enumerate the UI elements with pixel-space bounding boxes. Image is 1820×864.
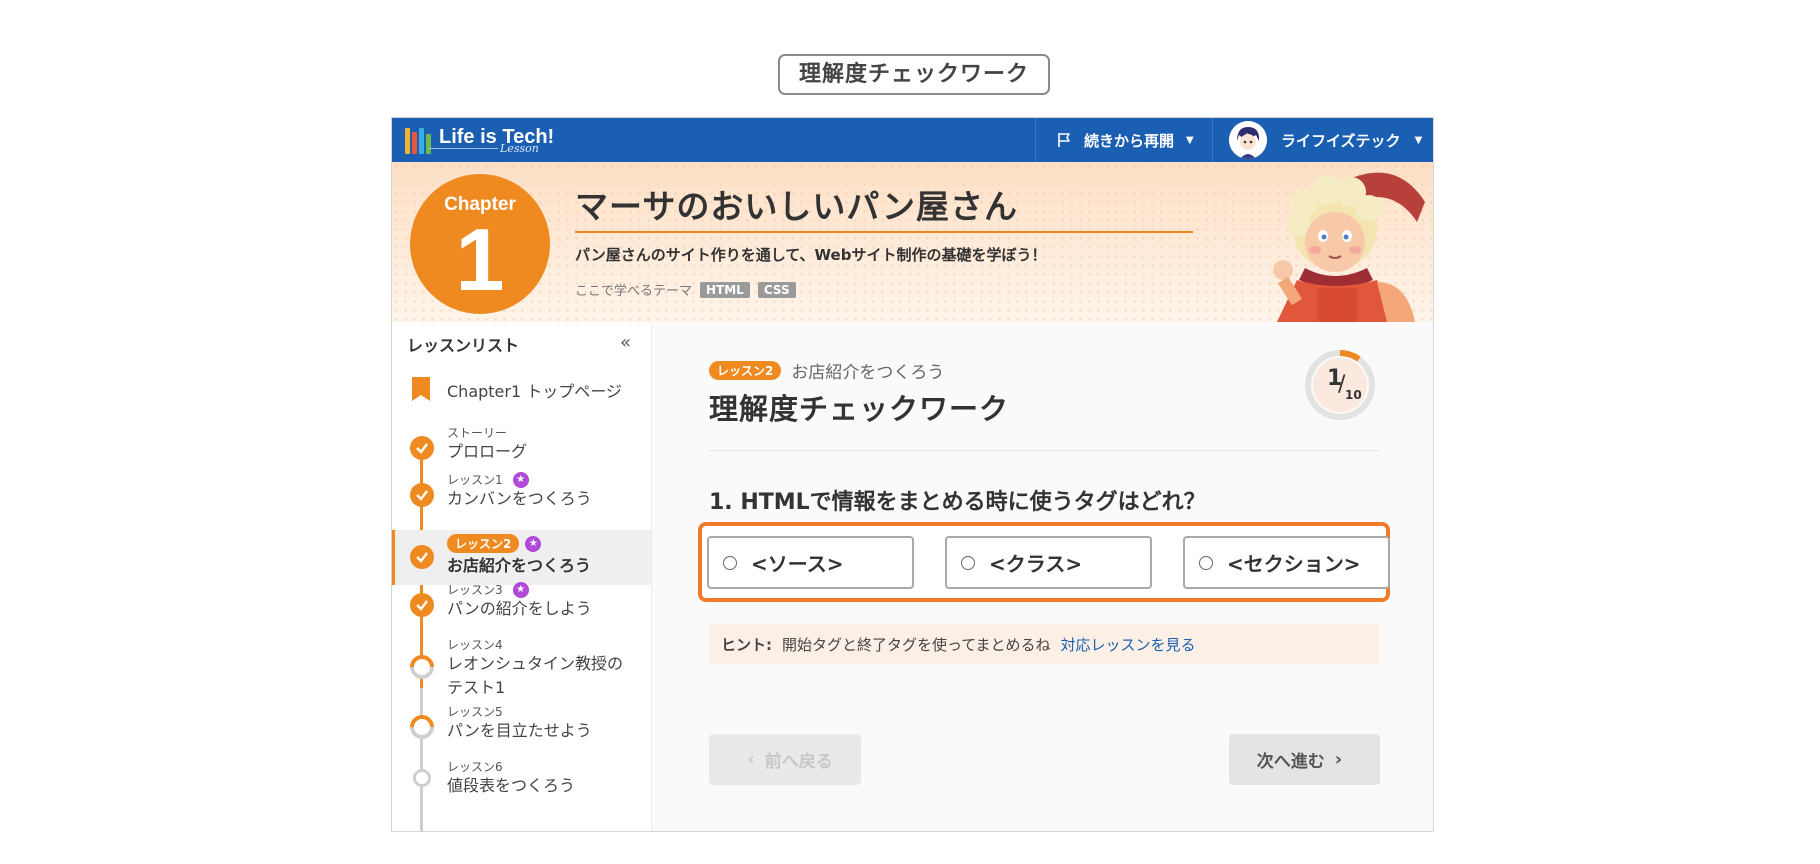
logo-mark-icon [405, 126, 431, 154]
user-menu[interactable]: ライフイズテック ▼ [1229, 118, 1433, 162]
prev-button[interactable]: ‹ 前へ戻る [709, 734, 861, 785]
resume-button[interactable]: 続きから再開 ▼ [1035, 118, 1213, 162]
baker-character-illustration [1273, 172, 1425, 322]
lesson-pill: レッスン2 [709, 361, 782, 380]
resume-label: 続きから再開 [1084, 131, 1175, 150]
theme-row: ここで学べるテーマ HTML CSS [575, 280, 796, 299]
lesson-title: 値段表をつくろう [447, 776, 576, 795]
answer-choices: <ソース> <クラス> <セクション> [698, 522, 1390, 602]
title-underline [575, 231, 1193, 233]
user-avatar-icon [1229, 121, 1267, 159]
logo-subtitle: Lesson [500, 142, 539, 155]
lesson-title: カンバンをつくろう [447, 489, 592, 508]
chapter-description: パン屋さんのサイト作りを通して、Webサイト制作の基礎を学ぼう！ [575, 246, 1047, 264]
caret-down-icon: ▼ [1186, 134, 1194, 146]
theme-label: ここで学べるテーマ [575, 284, 693, 299]
lesson-title-line-2: テスト1 [447, 678, 506, 697]
star-icon: ★ [512, 471, 529, 488]
page-label: 理解度チェックワーク [778, 54, 1050, 95]
tag-html: HTML [700, 281, 750, 298]
radio-icon[interactable] [723, 555, 737, 570]
sidebar-item-chapter-top[interactable]: Chapter1 トップページ [392, 362, 651, 416]
check-icon [410, 483, 434, 507]
logo-underline [428, 148, 498, 149]
lesson-name: お店紹介をつくろう [791, 363, 945, 383]
empty-progress-icon [413, 769, 431, 787]
flag-icon [1058, 133, 1070, 147]
sidebar-item-prologue[interactable]: ストーリー プロローグ [392, 420, 651, 475]
sidebar-item-lesson-3[interactable]: レッスン3 ★ パンの紹介をしよう [392, 581, 651, 640]
breadcrumb: レッスン2 お店紹介をつくろう [709, 358, 944, 383]
sidebar-item-lesson-4[interactable]: レッスン4 レオンシュタイン教授の テスト1 [392, 638, 651, 718]
next-button[interactable]: 次へ進む › [1229, 734, 1380, 785]
lesson-number: レッスン4 [447, 638, 503, 652]
lesson-number: レッスン1 [447, 473, 503, 487]
radio-icon[interactable] [961, 555, 975, 570]
check-icon [410, 545, 434, 569]
sidebar-item-lesson-6[interactable]: レッスン6 値段表をつくろう [392, 760, 651, 829]
partial-progress-icon [405, 650, 439, 684]
choice-label: <セクション> [1227, 552, 1361, 576]
hint-box: ヒント: 開始タグと終了タグを使ってまとめるね 対応レッスンを見る [709, 624, 1379, 664]
quiz-panel: レッスン2 お店紹介をつくろう 理解度チェックワーク 1 / 10 1. HTM… [653, 322, 1433, 831]
star-icon: ★ [525, 535, 542, 552]
sidebar-heading: レッスンリスト [407, 336, 520, 355]
check-icon [410, 593, 434, 617]
chapter-hero: Chapter 1 マーサのおいしいパン屋さん パン屋さんのサイト作りを通して、… [392, 162, 1433, 322]
sidebar-item-lesson-5[interactable]: レッスン5 パンを目立たせよう [392, 705, 651, 774]
chapter-title: マーサのおいしいパン屋さん [575, 187, 1018, 226]
avatar [1229, 121, 1267, 159]
double-chevron-left-icon[interactable]: « [620, 332, 631, 353]
radio-icon[interactable] [1199, 555, 1213, 570]
check-icon [410, 436, 434, 460]
progress-total: 10 [1345, 388, 1362, 402]
choice-label: <クラス> [989, 552, 1083, 576]
user-name: ライフイズテック [1281, 131, 1401, 150]
lesson-number: レッスン6 [447, 760, 503, 774]
lesson-number-pill: レッスン2 [447, 534, 520, 553]
lesson-title: プロローグ [447, 442, 528, 461]
lesson-number: レッスン3 [447, 583, 503, 597]
tag-css: CSS [757, 281, 796, 298]
hint-text: 開始タグと終了タグを使ってまとめるね [782, 635, 1051, 654]
choice-section[interactable]: <セクション> [1183, 536, 1390, 589]
lesson-sidebar: レッスンリスト « Chapter1 トップページ ストーリー プロローグ レッ… [392, 322, 652, 831]
choice-class[interactable]: <クラス> [945, 536, 1152, 589]
chevron-right-icon: › [1334, 749, 1343, 770]
related-lesson-link[interactable]: 対応レッスンを見る [1061, 634, 1196, 655]
progress-ring: 1 / 10 [1305, 350, 1375, 420]
sidebar-item-lesson-1[interactable]: レッスン1 ★ カンバンをつくろう [392, 471, 651, 530]
app-window: Life is Tech! Lesson 続きから再開 ▼ ライフイズテック ▼… [391, 117, 1434, 832]
chapter-number: 1 [455, 210, 505, 309]
chapter-badge: Chapter 1 [410, 174, 550, 314]
choice-source[interactable]: <ソース> [707, 536, 914, 589]
lesson-title: お店紹介をつくろう [447, 556, 592, 575]
lesson-number: レッスン5 [447, 705, 503, 719]
bookmark-icon [412, 377, 430, 401]
sidebar-item-lesson-2[interactable]: レッスン2 ★ お店紹介をつくろう [392, 530, 651, 585]
next-label: 次へ進む [1256, 752, 1325, 772]
caret-down-icon: ▼ [1414, 134, 1423, 146]
star-icon: ★ [512, 581, 529, 598]
divider [709, 450, 1379, 451]
page-title: 理解度チェックワーク [709, 392, 1010, 426]
sidebar-item-label: Chapter1 トップページ [447, 382, 622, 401]
hint-label: ヒント: [721, 635, 772, 654]
lesson-kind: ストーリー [447, 426, 508, 440]
lesson-title: パンを目立たせよう [447, 721, 592, 740]
question-text: 1. HTMLで情報をまとめる時に使うタグはどれ？ [709, 490, 1206, 515]
prev-label: 前へ戻る [764, 752, 833, 772]
chevron-left-icon: ‹ [747, 749, 755, 770]
choice-label: <ソース> [751, 552, 844, 576]
lesson-title: パンの紹介をしよう [447, 599, 592, 618]
top-bar: Life is Tech! Lesson 続きから再開 ▼ ライフイズテック ▼ [392, 118, 1433, 162]
lesson-title: レオンシュタイン教授の [447, 654, 624, 673]
